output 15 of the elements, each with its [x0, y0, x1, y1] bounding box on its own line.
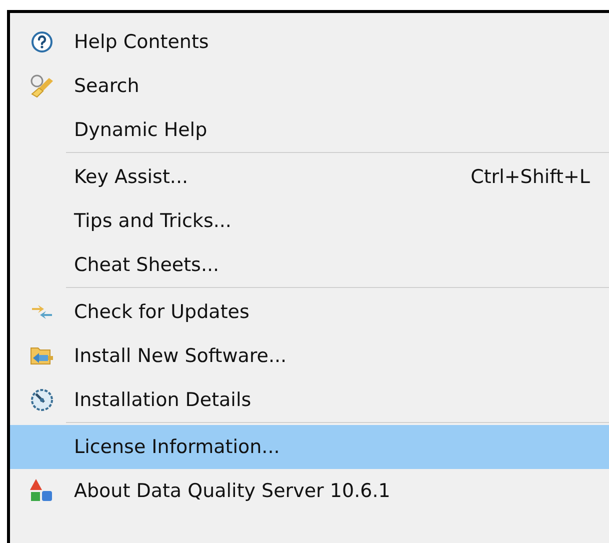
menu-item[interactable]: Tips and Tricks...: [10, 199, 609, 243]
menu-item[interactable]: Search: [10, 64, 609, 108]
shapes-icon: [29, 478, 55, 504]
gauge-icon: [30, 388, 54, 412]
menu-item[interactable]: Help Contents: [10, 20, 609, 64]
menu-item[interactable]: About Data Quality Server 10.6.1: [10, 469, 609, 513]
menu-item[interactable]: Check for Updates: [10, 290, 609, 334]
menu-item[interactable]: Dynamic Help: [10, 108, 609, 152]
search-icon: [29, 74, 55, 98]
menu-item[interactable]: License Information...: [10, 425, 609, 469]
menu-item[interactable]: Cheat Sheets...: [10, 243, 609, 287]
menu-item[interactable]: Install New Software...: [10, 334, 609, 378]
menu-item[interactable]: Key Assist... Ctrl+Shift+L: [10, 155, 609, 199]
help-icon: [31, 31, 53, 53]
menu-item[interactable]: Installation Details: [10, 378, 609, 422]
